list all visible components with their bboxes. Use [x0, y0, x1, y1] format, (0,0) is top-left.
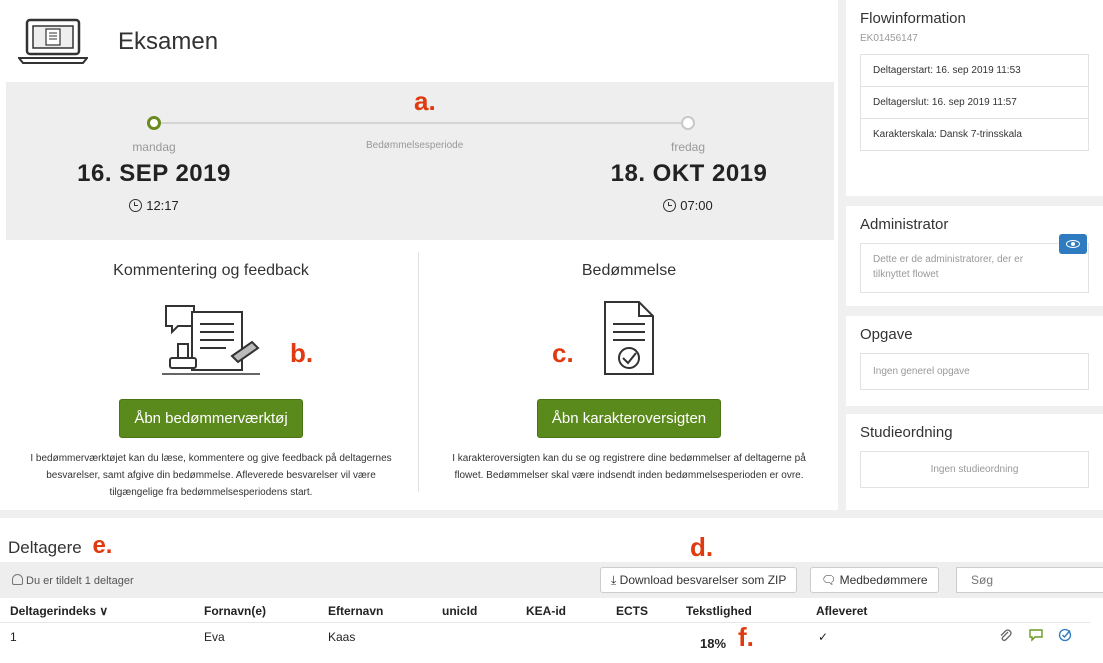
- task-text: Ingen generel opgave: [873, 366, 970, 377]
- end-time: 07:00: [598, 198, 778, 213]
- flow-info-title: Flowinformation: [860, 10, 966, 27]
- flow-id: EK01456147: [860, 33, 918, 44]
- open-grader-tool-button[interactable]: Åbn bedømmerværktøj: [119, 399, 303, 438]
- comment-icon: 🗨: [821, 573, 837, 587]
- column-header-similarity[interactable]: Tekstlighed: [686, 604, 752, 618]
- open-grade-overview-button[interactable]: Åbn karakteroversigten: [536, 399, 722, 438]
- participants-toolbar: Du er tildelt 1 deltager ⤓ Download besv…: [0, 562, 1103, 598]
- column-header-ects[interactable]: ECTS: [616, 604, 648, 618]
- annotation-e: e.: [92, 532, 113, 559]
- page-title: Eksamen: [118, 28, 219, 55]
- cell-similarity[interactable]: 18%: [700, 636, 726, 651]
- cell-index: 1: [10, 630, 17, 644]
- annotation-c: c.: [552, 338, 574, 368]
- column-header-kea-id[interactable]: KEA-id: [526, 604, 566, 618]
- end-day: fredag: [670, 140, 706, 154]
- start-day: mandag: [132, 140, 176, 154]
- cell-submitted: ✓: [818, 630, 829, 644]
- start-time: 12:17: [64, 198, 244, 213]
- study-title: Studieordning: [860, 424, 953, 441]
- participants-panel: Deltagere e. d. Du er tildelt 1 deltager…: [0, 518, 1103, 663]
- period-label: Bedømmelsesperiode: [366, 140, 464, 151]
- feedback-description: I bedømmerværktøjet kan du læse, komment…: [30, 453, 392, 498]
- feedback-tools-icon: [162, 305, 260, 375]
- card-divider: [418, 252, 419, 492]
- laptop-icon: [18, 18, 88, 64]
- start-date: 16. SEP 2019: [77, 160, 231, 187]
- column-header-firstname[interactable]: Fornavn(e): [204, 604, 266, 618]
- administrator-title: Administrator: [860, 216, 949, 233]
- assessment-period: Bedømmelsesperiode mandag 16. SEP 2019 1…: [6, 82, 834, 240]
- flow-info-row: Deltagerstart: 16. sep 2019 11:53: [861, 55, 1088, 87]
- table-row-divider: [0, 622, 1090, 623]
- search-input[interactable]: [956, 567, 1103, 593]
- flow-info-section: Flowinformation EK01456147 Deltagerstart…: [846, 0, 1103, 196]
- cell-firstname: Eva: [204, 630, 225, 644]
- show-administrators-button[interactable]: [1059, 234, 1087, 254]
- person-icon: [12, 574, 23, 585]
- column-header-index[interactable]: Deltagerindeks ∨: [10, 604, 108, 618]
- administrator-section: Administrator Dette er de administratore…: [846, 206, 1103, 306]
- column-header-unicid[interactable]: unicId: [442, 604, 477, 618]
- timeline-line: [154, 122, 694, 124]
- download-zip-button[interactable]: ⤓ Download besvarelser som ZIP: [600, 567, 798, 593]
- clock-icon: [129, 199, 143, 212]
- grade-document-icon: [604, 301, 654, 375]
- administrator-box: Dette er de administratorer, der er tilk…: [860, 243, 1089, 293]
- annotation-f: f.: [738, 622, 754, 652]
- column-header-lastname[interactable]: Efternavn: [328, 604, 383, 618]
- main-panel: Eksamen Bedømmelsesperiode mandag 16. SE…: [0, 0, 838, 510]
- annotation-a: a.: [414, 86, 436, 116]
- annotation-b: b.: [290, 338, 314, 368]
- grading-description: I karakteroversigten kan du se og regist…: [452, 453, 806, 481]
- grading-title: Bedømmelse: [581, 262, 677, 279]
- download-icon: ⤓: [611, 573, 617, 587]
- administrator-text: Dette er de administratorer, der er tilk…: [873, 254, 1024, 280]
- checkbox-icon[interactable]: [1058, 628, 1074, 645]
- study-section: Studieordning Ingen studieordning: [846, 414, 1103, 510]
- eye-icon: [1066, 240, 1080, 248]
- flow-info-row: Karakterskala: Dansk 7-trinsskala: [873, 129, 1022, 140]
- participants-title: Deltagere e.: [8, 532, 113, 559]
- assigned-count: Du er tildelt 1 deltager: [12, 574, 134, 587]
- chevron-down-icon: ∨: [99, 604, 109, 618]
- end-date: 18. OKT 2019: [610, 160, 768, 187]
- grading-card: Bedømmelse Åbn karakteroversigten I kara…: [424, 252, 834, 492]
- paperclip-icon[interactable]: [998, 628, 1012, 645]
- annotation-d: d.: [690, 532, 714, 562]
- page-header: Eksamen: [0, 0, 838, 82]
- feedback-title: Kommentering og feedback: [113, 262, 309, 279]
- task-box: Ingen generel opgave: [860, 353, 1089, 390]
- feedback-card: Kommentering og feedback Åbn bedømmervær…: [6, 252, 416, 498]
- clock-icon: [663, 199, 677, 212]
- column-header-submitted[interactable]: Afleveret: [816, 604, 867, 618]
- task-section: Opgave Ingen generel opgave: [846, 316, 1103, 406]
- flow-info-row: Deltagerslut: 16. sep 2019 11:57: [861, 87, 1088, 119]
- cell-lastname: Kaas: [328, 630, 356, 644]
- co-graders-button[interactable]: 🗨 Medbedømmere: [810, 567, 939, 593]
- flow-info-list: Deltagerstart: 16. sep 2019 11:53 Deltag…: [860, 54, 1089, 151]
- sidebar: Flowinformation EK01456147 Deltagerstart…: [846, 0, 1103, 510]
- study-box: Ingen studieordning: [860, 451, 1089, 488]
- timeline-start-dot: [147, 116, 161, 130]
- study-text: Ingen studieordning: [930, 464, 1019, 475]
- timeline-end-dot: [681, 116, 695, 130]
- comment-icon[interactable]: [1028, 628, 1044, 645]
- task-title: Opgave: [860, 326, 913, 343]
